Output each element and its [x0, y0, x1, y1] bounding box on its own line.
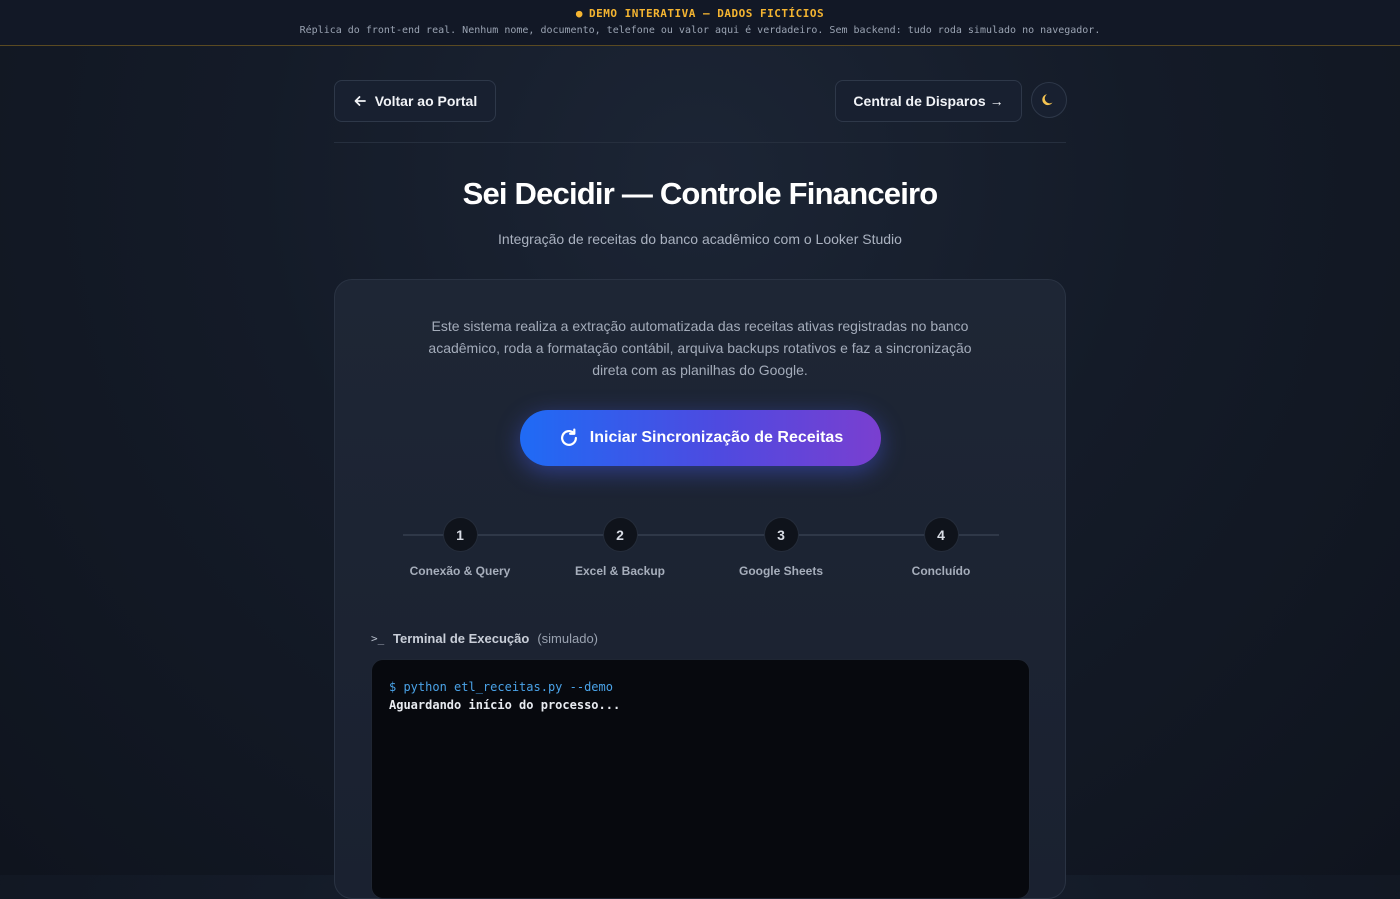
terminal-status-line: Aguardando início do processo...: [389, 698, 621, 712]
back-to-portal-label: Voltar ao Portal: [374, 93, 478, 109]
step-number: 1: [442, 517, 478, 552]
banner-dot-icon: ●: [575, 7, 584, 20]
demo-banner-subtitle: Réplica do front-end real. Nenhum nome, …: [299, 25, 1101, 36]
central-de-disparos-label: Central de Disparos →: [853, 93, 1004, 109]
sync-card: Este sistema realiza a extração automati…: [334, 279, 1066, 899]
page-title: Sei Decidir — Controle Financeiro: [462, 176, 939, 211]
moon-icon: [1042, 94, 1053, 106]
page-subtitle: Integração de receitas do banco acadêmic…: [498, 231, 902, 247]
step-number: 3: [763, 517, 799, 552]
terminal-header: >_ Terminal de Execução (simulado): [371, 630, 598, 646]
progress-steps: 1 Conexão & Query 2 Excel & Backup 3 Goo…: [403, 517, 999, 587]
terminal-output[interactable]: $ python etl_receitas.py --demo Aguardan…: [371, 659, 1030, 899]
step-3: 3 Google Sheets: [721, 517, 841, 578]
step-label: Concluído: [911, 564, 971, 578]
arrow-left-icon: [354, 96, 366, 106]
terminal-note: (simulado): [537, 630, 599, 646]
demo-banner-title: ● DEMO INTERATIVA — DADOS FICTÍCIOS: [0, 7, 1400, 20]
back-to-portal-button[interactable]: Voltar ao Portal: [334, 80, 496, 122]
refresh-icon: [560, 428, 577, 446]
step-label: Google Sheets: [738, 564, 824, 578]
start-sync-label: Iniciar Sincronização de Receitas: [589, 429, 844, 446]
central-de-disparos-button[interactable]: Central de Disparos →: [835, 80, 1022, 122]
step-number: 4: [923, 517, 959, 552]
step-2: 2 Excel & Backup: [560, 517, 680, 578]
card-description: Este sistema realiza a extração automati…: [428, 318, 972, 378]
step-label: Conexão & Query: [409, 564, 511, 578]
step-1: 1 Conexão & Query: [400, 517, 520, 578]
start-sync-button[interactable]: Iniciar Sincronização de Receitas: [520, 410, 881, 466]
terminal-command-line: $ python etl_receitas.py --demo: [389, 680, 613, 694]
demo-banner: ● DEMO INTERATIVA — DADOS FICTÍCIOS Répli…: [0, 0, 1400, 46]
top-navigation: Voltar ao Portal Central de Disparos →: [334, 80, 1067, 122]
terminal-icon: >_: [371, 631, 385, 645]
banner-title-text: DEMO INTERATIVA — DADOS FICTÍCIOS: [589, 7, 825, 20]
step-label: Excel & Backup: [574, 564, 666, 578]
header-divider: [334, 142, 1066, 143]
step-4: 4 Concluído: [881, 517, 1001, 578]
step-number: 2: [602, 517, 638, 552]
theme-toggle-button[interactable]: [1031, 82, 1067, 118]
terminal-title: Terminal de Execução: [393, 630, 530, 646]
